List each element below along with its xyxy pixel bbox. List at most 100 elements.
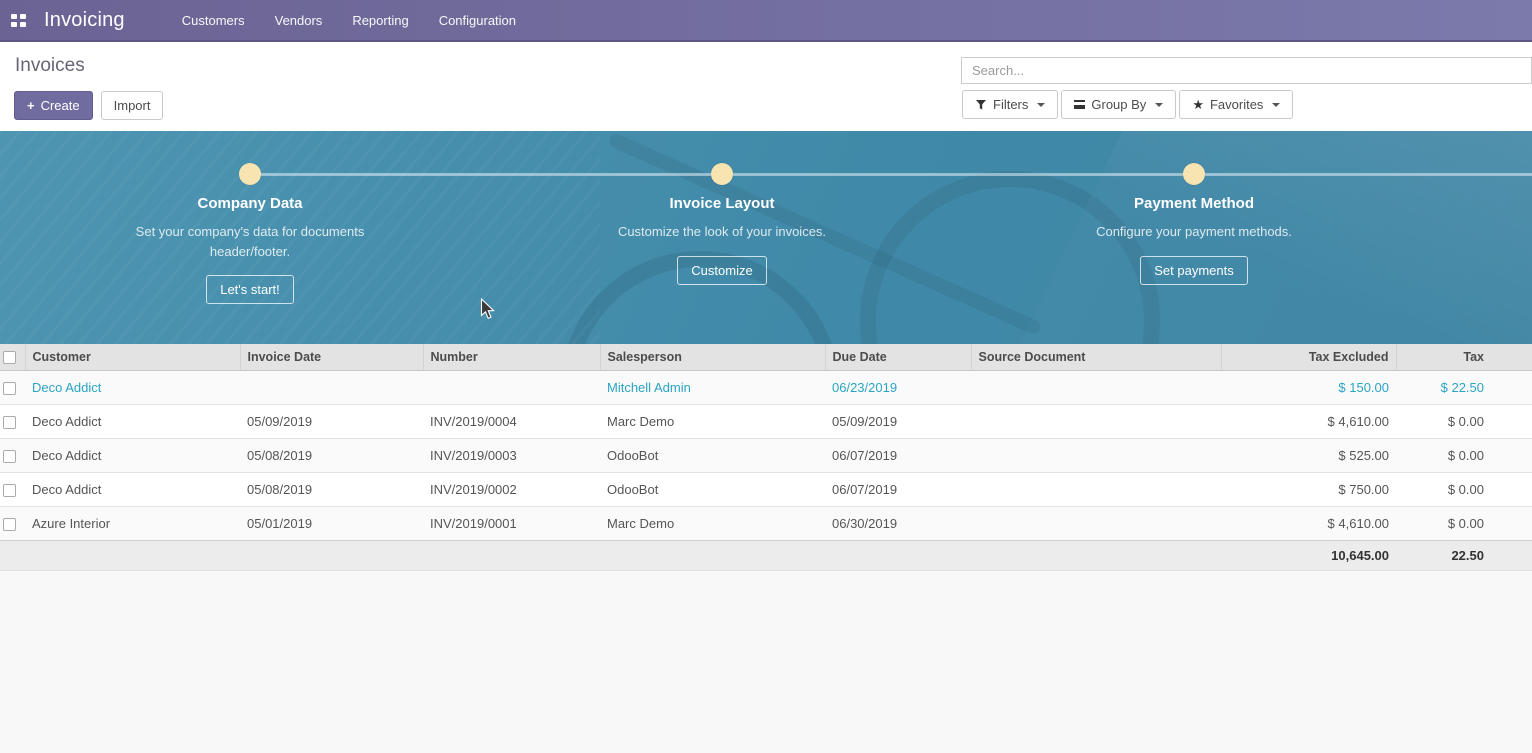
- cell-tax[interactable]: $ 0.00: [1396, 472, 1532, 506]
- cell-due-date[interactable]: 06/30/2019: [825, 506, 971, 540]
- cell-customer[interactable]: Deco Addict: [25, 472, 240, 506]
- table-row[interactable]: Deco Addict05/08/2019INV/2019/0002OdooBo…: [0, 472, 1532, 506]
- import-button[interactable]: Import: [101, 91, 164, 120]
- column-header-tax[interactable]: Tax: [1396, 344, 1532, 370]
- plus-icon: +: [27, 98, 35, 113]
- cell-tax[interactable]: $ 0.00: [1396, 506, 1532, 540]
- group-by-icon: [1074, 100, 1085, 109]
- step-dot-payment-method: [1183, 163, 1205, 185]
- cell-due-date[interactable]: 06/07/2019: [825, 438, 971, 472]
- group-by-dropdown-button[interactable]: Group By: [1061, 90, 1176, 119]
- row-checkbox[interactable]: [3, 382, 16, 395]
- app-title[interactable]: Invoicing: [44, 9, 125, 32]
- cell-salesperson[interactable]: Mitchell Admin: [600, 370, 825, 404]
- cell-due-date[interactable]: 06/07/2019: [825, 472, 971, 506]
- cell-tax-excluded[interactable]: $ 4,610.00: [1221, 404, 1396, 438]
- filters-dropdown-button[interactable]: Filters: [962, 90, 1058, 119]
- apps-grid-icon[interactable]: [11, 14, 26, 27]
- table-row[interactable]: Deco Addict05/09/2019INV/2019/0004Marc D…: [0, 404, 1532, 438]
- caret-down-icon: [1272, 103, 1280, 111]
- control-panel: Invoices + Create Import Filters Group B…: [0, 42, 1532, 131]
- menu-configuration[interactable]: Configuration: [439, 13, 516, 28]
- cell-due-date[interactable]: 06/23/2019: [825, 370, 971, 404]
- cell-source-document[interactable]: [971, 438, 1221, 472]
- cell-tax-excluded[interactable]: $ 750.00: [1221, 472, 1396, 506]
- cell-salesperson[interactable]: Marc Demo: [600, 404, 825, 438]
- cell-tax[interactable]: $ 0.00: [1396, 404, 1532, 438]
- onboarding-step-company-data: Company Data Set your company's data for…: [90, 195, 410, 304]
- cell-tax[interactable]: $ 0.00: [1396, 438, 1532, 472]
- cell-tax-excluded[interactable]: $ 4,610.00: [1221, 506, 1396, 540]
- invoice-list-table: Customer Invoice Date Number Salesperson…: [0, 344, 1532, 571]
- cell-invoice-date[interactable]: 05/08/2019: [240, 472, 423, 506]
- onboarding-progress-line: [250, 173, 1532, 176]
- cell-tax-excluded[interactable]: $ 150.00: [1221, 370, 1396, 404]
- menu-reporting[interactable]: Reporting: [352, 13, 408, 28]
- row-checkbox[interactable]: [3, 484, 16, 497]
- create-button[interactable]: + Create: [14, 91, 93, 120]
- caret-down-icon: [1155, 103, 1163, 111]
- cell-customer[interactable]: Deco Addict: [25, 404, 240, 438]
- import-button-label: Import: [114, 98, 151, 113]
- cell-salesperson[interactable]: Marc Demo: [600, 506, 825, 540]
- row-checkbox-cell: [0, 506, 25, 540]
- cell-invoice-date[interactable]: 05/09/2019: [240, 404, 423, 438]
- table-row[interactable]: Deco Addict05/08/2019INV/2019/0003OdooBo…: [0, 438, 1532, 472]
- step-title: Company Data: [90, 195, 410, 212]
- row-checkbox[interactable]: [3, 416, 16, 429]
- total-tax-excluded: 10,645.00: [1221, 540, 1396, 570]
- list-footer-row: 10,645.00 22.50: [0, 540, 1532, 570]
- filters-label: Filters: [993, 97, 1028, 112]
- step-description: Set your company's data for documents he…: [133, 222, 368, 261]
- cell-number[interactable]: INV/2019/0004: [423, 404, 600, 438]
- column-header-customer[interactable]: Customer: [25, 344, 240, 370]
- table-row[interactable]: Azure Interior05/01/2019INV/2019/0001Mar…: [0, 506, 1532, 540]
- cell-invoice-date[interactable]: [240, 370, 423, 404]
- page-title: Invoices: [15, 55, 85, 77]
- search-filter-buttons: Filters Group By ★ Favorites: [962, 90, 1293, 119]
- column-header-invoice-date[interactable]: Invoice Date: [240, 344, 423, 370]
- star-icon: ★: [1192, 98, 1204, 111]
- cell-salesperson[interactable]: OdooBot: [600, 438, 825, 472]
- cell-customer[interactable]: Azure Interior: [25, 506, 240, 540]
- navbar-menus: Customers Vendors Reporting Configuratio…: [182, 13, 516, 28]
- column-header-due-date[interactable]: Due Date: [825, 344, 971, 370]
- cell-customer[interactable]: Deco Addict: [25, 370, 240, 404]
- row-checkbox[interactable]: [3, 450, 16, 463]
- cell-number[interactable]: INV/2019/0002: [423, 472, 600, 506]
- lets-start-button[interactable]: Let's start!: [206, 275, 294, 304]
- menu-customers[interactable]: Customers: [182, 13, 245, 28]
- set-payments-button[interactable]: Set payments: [1140, 256, 1248, 285]
- cell-customer[interactable]: Deco Addict: [25, 438, 240, 472]
- cell-salesperson[interactable]: OdooBot: [600, 472, 825, 506]
- column-header-salesperson[interactable]: Salesperson: [600, 344, 825, 370]
- cell-source-document[interactable]: [971, 506, 1221, 540]
- cell-source-document[interactable]: [971, 404, 1221, 438]
- cell-invoice-date[interactable]: 05/01/2019: [240, 506, 423, 540]
- invoice-table-body: Deco Addict Mitchell Admin06/23/2019 $ 150…: [0, 370, 1532, 540]
- cell-number[interactable]: [423, 370, 600, 404]
- cell-number[interactable]: INV/2019/0003: [423, 438, 600, 472]
- group-by-label: Group By: [1091, 97, 1146, 112]
- select-all-checkbox[interactable]: [3, 351, 16, 364]
- cell-source-document[interactable]: [971, 472, 1221, 506]
- cell-tax-excluded[interactable]: $ 525.00: [1221, 438, 1396, 472]
- table-row[interactable]: Deco Addict Mitchell Admin06/23/2019 $ 150…: [0, 370, 1532, 404]
- cell-source-document[interactable]: [971, 370, 1221, 404]
- menu-vendors[interactable]: Vendors: [275, 13, 323, 28]
- column-header-tax-excluded[interactable]: Tax Excluded: [1221, 344, 1396, 370]
- onboarding-step-payment-method: Payment Method Configure your payment me…: [1034, 195, 1354, 285]
- step-dot-invoice-layout: [711, 163, 733, 185]
- row-checkbox[interactable]: [3, 518, 16, 531]
- cell-tax[interactable]: $ 22.50: [1396, 370, 1532, 404]
- customize-button[interactable]: Customize: [677, 256, 766, 285]
- favorites-dropdown-button[interactable]: ★ Favorites: [1179, 90, 1293, 119]
- cell-number[interactable]: INV/2019/0001: [423, 506, 600, 540]
- column-header-source-document[interactable]: Source Document: [971, 344, 1221, 370]
- cell-due-date[interactable]: 05/09/2019: [825, 404, 971, 438]
- search-input[interactable]: [961, 57, 1532, 84]
- step-title: Payment Method: [1034, 195, 1354, 212]
- select-all-cell: [0, 344, 25, 370]
- cell-invoice-date[interactable]: 05/08/2019: [240, 438, 423, 472]
- column-header-number[interactable]: Number: [423, 344, 600, 370]
